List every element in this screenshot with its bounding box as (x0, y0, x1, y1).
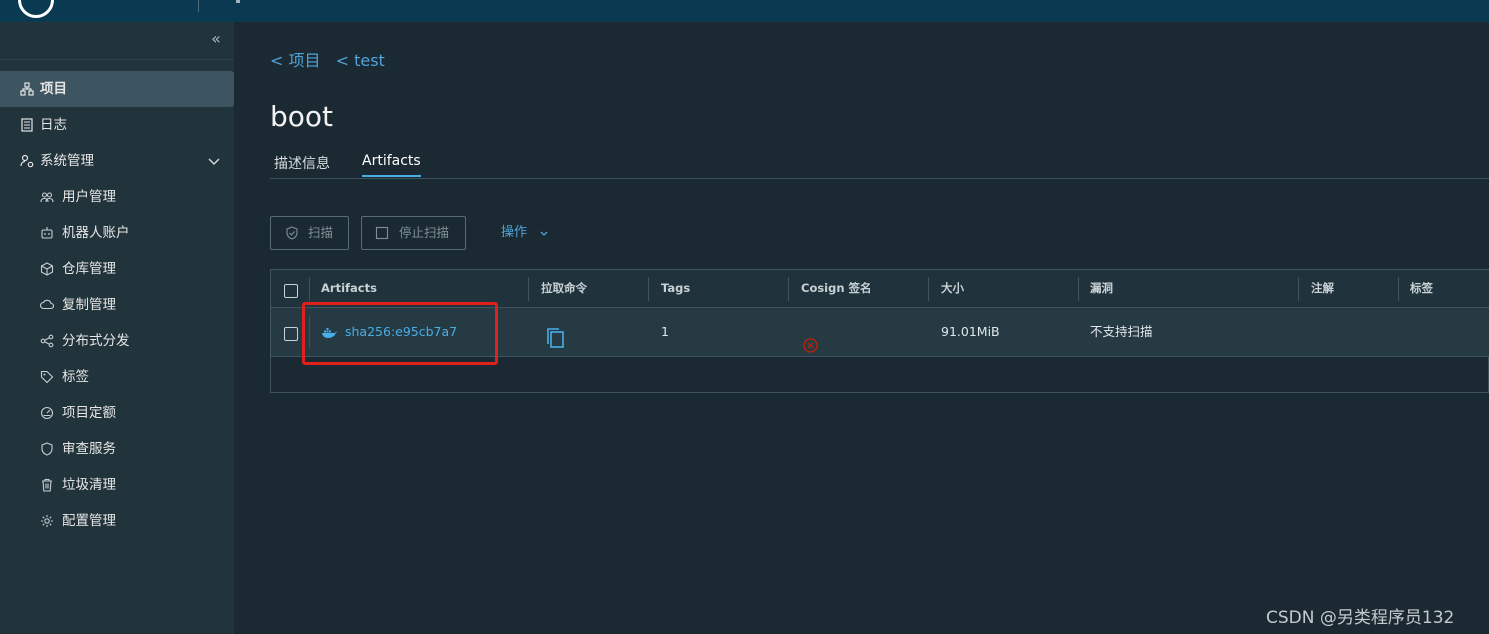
sidebar-item-labels[interactable]: 标签 (0, 359, 234, 395)
sidebar-item-project-quotas[interactable]: 项目定额 (0, 395, 234, 431)
sidebar-item-robot-accounts[interactable]: 机器人账户 (0, 215, 234, 251)
copy-pull-command-icon[interactable] (545, 321, 565, 348)
sidebar-item-label: 系统管理 (40, 153, 94, 169)
tag-icon (40, 370, 54, 384)
sidebar-item-replications[interactable]: 复制管理 (0, 287, 234, 323)
sidebar-item-label: 垃圾清理 (62, 477, 116, 493)
sidebar-item-system-admin[interactable]: 系统管理 (0, 143, 234, 179)
collapse-sidebar-icon[interactable]: « (206, 28, 226, 50)
tags-count: 1 (661, 324, 669, 339)
sidebar-item-projects[interactable]: 项目 (0, 71, 234, 107)
column-size[interactable]: 大小 (941, 270, 964, 307)
sidebar-item-label: 复制管理 (62, 297, 116, 313)
shield-icon (41, 442, 53, 456)
sidebar-item-registries[interactable]: 仓库管理 (0, 251, 234, 287)
sidebar-item-interrogation-services[interactable]: 审查服务 (0, 431, 234, 467)
stop-square-icon (375, 226, 389, 240)
tab-bar: 描述信息 Artifacts (270, 150, 1489, 179)
breadcrumb: < 项目 < test (270, 47, 395, 71)
users-icon (40, 192, 54, 203)
gear-icon (41, 515, 53, 527)
sidebar-item-label: 分布式分发 (62, 333, 130, 349)
cosign-unsigned-icon (803, 325, 818, 353)
column-tags[interactable]: Tags (661, 270, 690, 307)
tab-description[interactable]: 描述信息 (274, 153, 330, 179)
column-labels[interactable]: 标签 (1410, 270, 1433, 307)
sidebar-item-label: 机器人账户 (62, 225, 130, 241)
harbor-logo[interactable] (18, 0, 54, 18)
column-vulnerabilities[interactable]: 漏洞 (1090, 270, 1113, 307)
breadcrumb-test-link[interactable]: < test (336, 51, 385, 70)
sidebar-item-garbage-collection[interactable]: 垃圾清理 (0, 467, 234, 503)
projects-icon (20, 82, 34, 96)
sidebar-divider (0, 59, 234, 60)
sidebar-item-logs[interactable]: 日志 (0, 107, 234, 143)
select-all-checkbox[interactable] (284, 284, 298, 298)
sidebar-item-label: 配置管理 (62, 513, 116, 529)
trash-icon (42, 478, 52, 492)
sidebar-item-label: 用户管理 (62, 189, 116, 205)
replication-icon (40, 299, 54, 310)
actions-dropdown[interactable]: 操作 (501, 216, 549, 250)
scan-button-label: 扫描 (308, 225, 334, 240)
page-title: boot (270, 100, 334, 133)
row-select-checkbox[interactable] (284, 327, 298, 341)
sidebar-item-label: 审查服务 (62, 441, 116, 457)
column-pull-command[interactable]: 拉取命令 (541, 270, 587, 307)
actions-dropdown-label: 操作 (501, 225, 528, 240)
column-cosign[interactable]: Cosign 签名 (801, 270, 872, 307)
vulnerability-status: 不支持扫描 (1090, 324, 1153, 339)
tab-artifacts[interactable]: Artifacts (362, 153, 421, 177)
annotation-highlight-box (302, 302, 498, 365)
chevron-down-icon (540, 231, 548, 236)
chevron-down-icon[interactable] (206, 153, 222, 169)
header-search-icon[interactable] (236, 0, 240, 3)
sidebar-item-label: 仓库管理 (62, 261, 116, 277)
header-divider (198, 0, 199, 12)
breadcrumb-projects-link[interactable]: < 项目 (270, 51, 321, 70)
sidebar-item-label: 项目定额 (62, 405, 116, 421)
stop-scan-button-label: 停止扫描 (399, 225, 450, 240)
sidebar-item-configuration[interactable]: 配置管理 (0, 503, 234, 539)
artifact-size: 91.01MiB (941, 324, 1000, 339)
distribution-icon (40, 334, 54, 348)
scan-button[interactable]: 扫描 (270, 216, 349, 250)
sidebar-item-label: 项目 (40, 81, 67, 97)
sidebar-item-distributions[interactable]: 分布式分发 (0, 323, 234, 359)
sidebar-item-label: 日志 (40, 117, 67, 133)
sidebar-item-users[interactable]: 用户管理 (0, 179, 234, 215)
logs-icon (21, 118, 33, 132)
sidebar: « 项目 日志 系统管理 用户管理 机器人账户 仓库管理 复制管理 分布式分发 … (0, 22, 234, 634)
quota-icon (40, 406, 54, 420)
column-annotations[interactable]: 注解 (1311, 270, 1334, 307)
watermark: CSDN @另类程序员132 (1266, 608, 1455, 628)
system-admin-icon (20, 154, 34, 168)
sidebar-item-label: 标签 (62, 369, 89, 385)
robot-icon (41, 227, 53, 239)
shield-check-icon (286, 226, 298, 240)
top-header (0, 0, 1489, 22)
stop-scan-button[interactable]: 停止扫描 (361, 216, 466, 250)
registry-icon (40, 262, 54, 276)
